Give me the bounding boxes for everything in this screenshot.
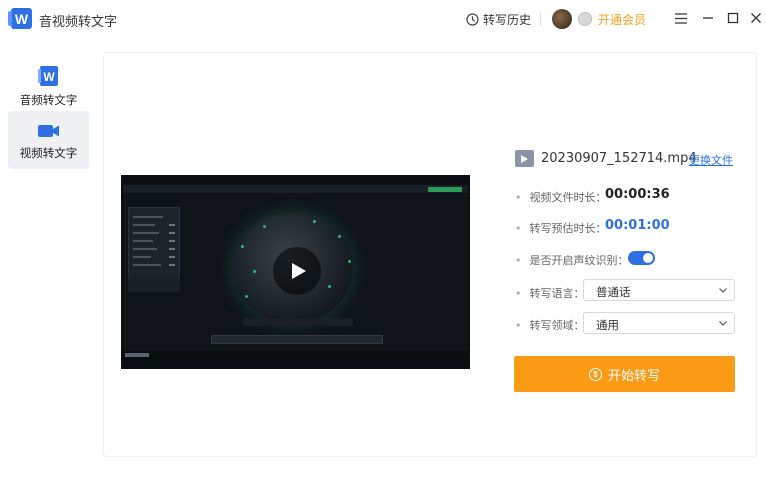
close-icon [751,13,761,23]
voiceprint-label: 是否开启声纹识别： [515,252,629,268]
sidebar-item-label: 音频转文字 [19,93,78,107]
language-label: 转写语言： [515,285,585,301]
chevron-down-icon [719,288,727,293]
domain-value: 通用 [596,318,619,332]
play-small-icon [521,154,528,163]
vip-badge-icon [578,12,592,26]
svg-text:W: W [43,70,55,84]
play-button[interactable] [273,247,321,295]
estimate-value: 00:01:00 [605,218,670,233]
language-value: 普通话 [596,285,631,299]
maximize-icon [727,12,739,24]
avatar[interactable] [552,9,572,29]
change-file-link[interactable]: 更换文件 [689,152,733,168]
duration-value: 00:00:36 [605,187,670,202]
clock-icon [466,13,479,26]
maximize-button[interactable] [725,10,741,26]
title-bar: W 音视频转文字 转写历史 开通会员 [0,0,766,38]
history-button[interactable]: 转写历史 [466,11,531,28]
app-logo-icon: W [8,8,32,29]
audio-doc-icon: W [37,66,58,86]
minimize-button[interactable] [700,10,716,26]
sidebar: W 音频转文字 视频转文字 [0,50,100,483]
header-divider [540,12,541,26]
start-transcribe-button[interactable]: $ 开始转写 [514,356,735,392]
chevron-down-icon [719,321,727,326]
file-name: 20230907_152714.mp4 [541,151,697,166]
domain-label: 转写领域： [515,317,585,333]
vip-link[interactable]: 开通会员 [598,11,646,28]
video-camera-icon [37,125,59,137]
sidebar-item-video-to-text[interactable]: 视频转文字 [8,111,89,169]
history-label: 转写历史 [483,13,532,27]
app-title: 音视频转文字 [39,15,118,30]
video-file-icon [515,150,534,167]
sidebar-item-label: 视频转文字 [19,146,78,160]
toggle-knob [643,253,653,263]
language-select[interactable]: 普通话 [583,279,735,301]
duration-label: 视频文件时长： [515,189,607,205]
menu-button[interactable] [673,10,689,26]
close-button[interactable] [748,10,764,26]
estimate-label: 转写预估时长： [515,220,607,236]
coin-icon: $ [588,367,602,381]
play-icon [292,263,306,279]
minimize-icon [703,17,713,19]
sidebar-item-audio-to-text[interactable]: W 音频转文字 [8,58,89,116]
start-button-label: 开始转写 [607,368,660,384]
voiceprint-toggle[interactable] [628,251,655,265]
menu-icon [675,12,687,24]
domain-select[interactable]: 通用 [583,312,735,334]
